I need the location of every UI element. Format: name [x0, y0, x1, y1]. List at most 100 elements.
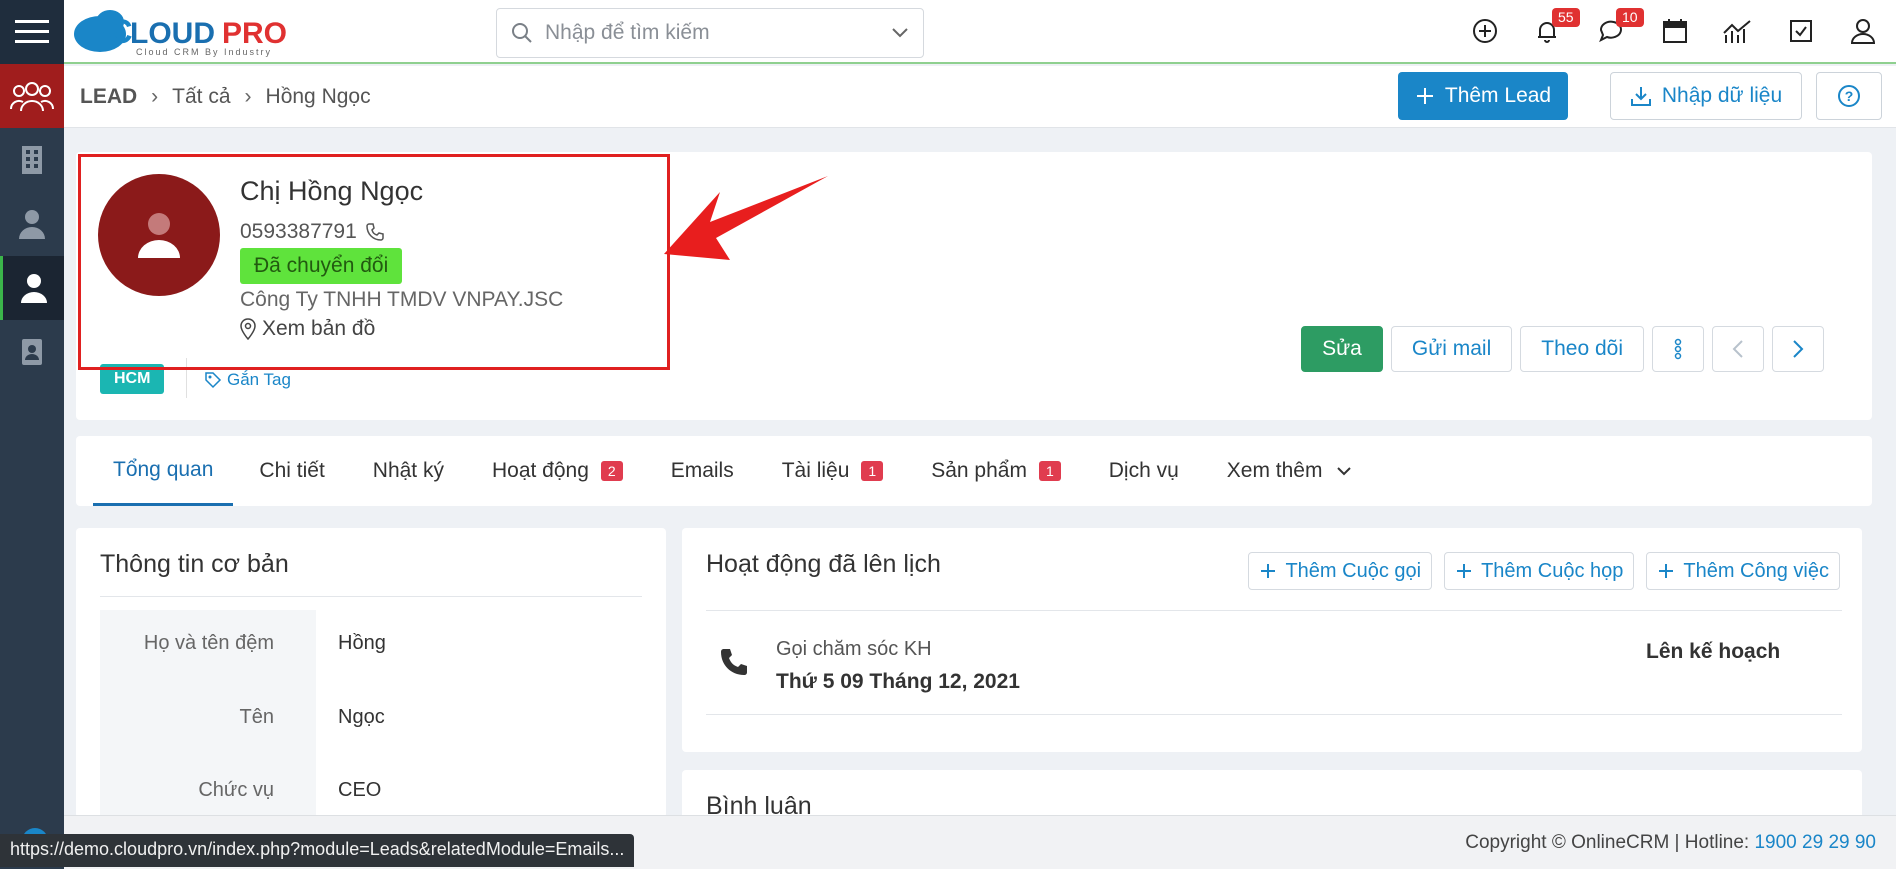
user-icon: [1850, 19, 1876, 44]
tab-services[interactable]: Dịch vụ: [1109, 436, 1179, 506]
tab-emails[interactable]: Emails: [671, 436, 734, 506]
activity-actions: Thêm Cuộc gọi Thêm Cuộc họp Thêm Công vi…: [1248, 552, 1840, 590]
add-new-button[interactable]: [1468, 14, 1502, 48]
person-tie-icon: [19, 210, 45, 239]
svg-text:C: C: [108, 13, 133, 51]
building-icon: [22, 146, 42, 174]
follow-button[interactable]: Theo dõi: [1520, 326, 1644, 372]
add-lead-label: Thêm Lead: [1444, 84, 1552, 107]
plus-icon: [1416, 88, 1433, 104]
sidebar-item-organizations[interactable]: [0, 128, 64, 192]
chart-icon: [1723, 20, 1751, 43]
notification-count-badge: 55: [1552, 8, 1580, 27]
add-tag-link[interactable]: Gắn Tag: [204, 370, 291, 390]
record-actions: Sửa Gửi mail Theo dõi: [1301, 326, 1824, 372]
breadcrumb-all[interactable]: Tất cả: [172, 85, 230, 109]
help-button[interactable]: ?: [1816, 72, 1882, 120]
tasks-button[interactable]: [1784, 14, 1818, 48]
field-label: Chức vụ: [198, 779, 274, 801]
tag-icon: [205, 372, 222, 389]
activities-title: Hoạt động đã lên lịch: [706, 550, 941, 578]
field-label: Tên: [239, 706, 274, 728]
add-tag-label: Gắn Tag: [227, 370, 291, 389]
basic-info-title: Thông tin cơ bản: [100, 550, 289, 578]
question-circle-icon: ?: [1838, 85, 1860, 107]
next-record-button[interactable]: [1772, 326, 1824, 372]
global-search[interactable]: Nhập để tìm kiếm: [496, 8, 924, 58]
chevron-right-icon: ›: [244, 84, 252, 108]
tab-count-badge: 1: [861, 461, 884, 481]
field-label: Họ và tên đệm: [143, 632, 274, 654]
calendar-icon: [1663, 19, 1687, 43]
send-mail-button[interactable]: Gửi mail: [1390, 326, 1513, 372]
checkbox-icon: [1790, 20, 1812, 42]
messages-button[interactable]: 10: [1594, 8, 1644, 48]
add-call-button[interactable]: Thêm Cuộc gọi: [1248, 552, 1433, 590]
calendar-button[interactable]: [1658, 14, 1692, 48]
svg-text:?: ?: [1845, 88, 1854, 104]
chevron-right-icon: ›: [151, 84, 159, 108]
person-icon: [20, 274, 47, 303]
scheduled-activities-card: Hoạt động đã lên lịch Thêm Cuộc gọi Thêm…: [682, 528, 1862, 752]
activity-date: Thứ 5 09 Tháng 12, 2021: [776, 670, 1020, 693]
svg-text:PRO: PRO: [222, 17, 287, 50]
add-task-button[interactable]: Thêm Công việc: [1646, 552, 1840, 590]
breadcrumb-module[interactable]: LEAD: [80, 85, 137, 109]
plus-icon: [1659, 564, 1674, 578]
tab-documents[interactable]: Tài liệu 1: [782, 436, 884, 506]
chevron-right-icon: [1793, 340, 1804, 358]
vertical-dots-icon: [1674, 338, 1682, 360]
message-count-badge: 10: [1616, 8, 1644, 27]
browser-status-url: https://demo.cloudpro.vn/index.php?modul…: [0, 834, 635, 867]
menu-toggle-button[interactable]: [0, 0, 64, 64]
hotline-link[interactable]: 1900 29 29 90: [1754, 832, 1876, 853]
search-input[interactable]: Nhập để tìm kiếm: [545, 21, 891, 45]
divider: [706, 714, 1842, 715]
notifications-button[interactable]: 55: [1530, 8, 1580, 48]
edit-button[interactable]: Sửa: [1301, 326, 1383, 372]
add-lead-button[interactable]: Thêm Lead: [1398, 72, 1568, 120]
tab-products[interactable]: Sản phẩm 1: [931, 436, 1061, 506]
user-profile-button[interactable]: [1846, 14, 1880, 48]
annotation-arrow-icon: [664, 176, 828, 260]
previous-record-button[interactable]: [1712, 326, 1764, 372]
sidebar-item-documents[interactable]: [0, 320, 64, 384]
phone-icon: [721, 649, 747, 675]
more-options-button[interactable]: [1652, 326, 1704, 372]
tab-overview[interactable]: Tổng quan: [93, 436, 234, 506]
field-value[interactable]: CEO: [338, 779, 381, 802]
chevron-down-icon: [1337, 467, 1352, 476]
tab-activities[interactable]: Hoạt động 2: [492, 436, 623, 506]
app-logo[interactable]: C LOUD PRO Cloud CRM By Industry: [70, 6, 300, 58]
add-meeting-button[interactable]: Thêm Cuộc họp: [1444, 552, 1635, 590]
field-value[interactable]: Hồng: [338, 632, 386, 655]
chevron-down-icon[interactable]: [891, 27, 909, 39]
divider: [100, 596, 642, 597]
tab-details[interactable]: Chi tiết: [259, 436, 324, 506]
tab-more[interactable]: Xem thêm: [1227, 436, 1353, 506]
chevron-left-icon: [1732, 340, 1743, 358]
reports-button[interactable]: [1720, 14, 1754, 48]
download-icon: [1630, 87, 1651, 106]
plus-icon: [1261, 564, 1276, 578]
tab-count-badge: 1: [1038, 461, 1061, 481]
sidebar-item-contacts[interactable]: [0, 192, 64, 256]
basic-info-card: Thông tin cơ bản Họ và tên đệm Hồng Tên …: [76, 528, 666, 818]
highlight-box: [78, 154, 670, 370]
import-data-button[interactable]: Nhập dữ liệu: [1610, 72, 1802, 120]
field-value[interactable]: Ngọc: [338, 706, 385, 729]
users-group-icon: [10, 82, 54, 112]
breadcrumb-current: Hồng Ngọc: [265, 84, 371, 108]
contact-card-icon: [22, 339, 42, 365]
copyright-text: Copyright © OnlineCRM | Hotline: 1900 29…: [1465, 832, 1876, 853]
svg-text:LOUD: LOUD: [130, 17, 215, 50]
hamburger-icon: [15, 20, 49, 43]
sidebar-item-leads[interactable]: [0, 256, 64, 320]
sidebar-item-leads-group[interactable]: [0, 64, 64, 128]
activity-title[interactable]: Gọi chăm sóc KH: [776, 638, 932, 661]
import-data-label: Nhập dữ liệu: [1661, 84, 1783, 107]
tab-history[interactable]: Nhật ký: [373, 436, 444, 506]
top-header: C LOUD PRO Cloud CRM By Industry Nhập để…: [0, 0, 1896, 64]
record-tabs: Tổng quan Chi tiết Nhật ký Hoạt động 2 Em…: [76, 436, 1872, 506]
plus-circle-icon: [1473, 19, 1497, 43]
